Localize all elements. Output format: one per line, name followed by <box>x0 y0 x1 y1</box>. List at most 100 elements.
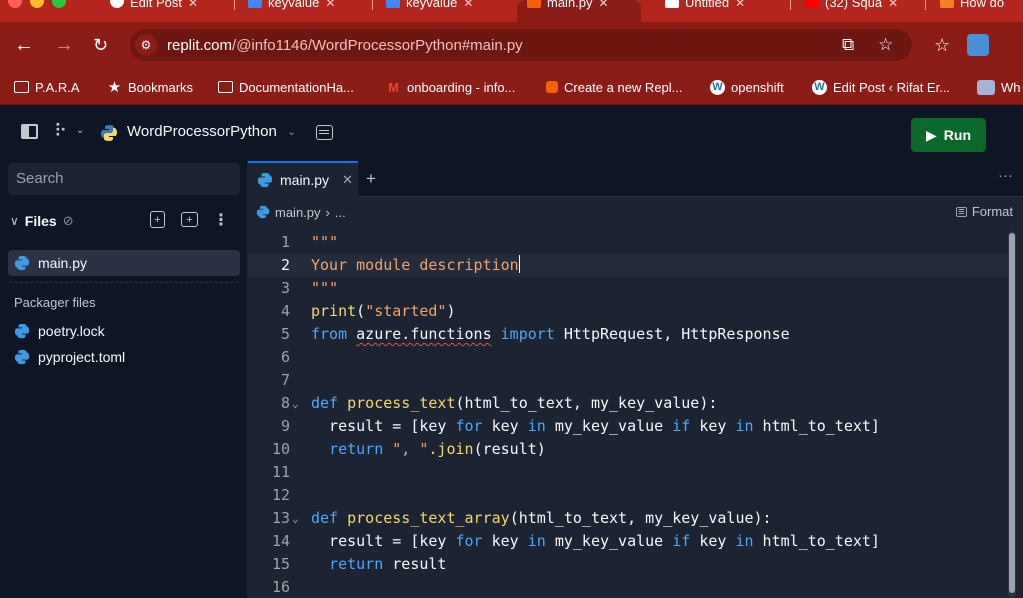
repl-info-icon[interactable] <box>316 125 333 140</box>
site-settings-icon[interactable]: ⚙ <box>135 34 157 56</box>
close-tab-icon[interactable]: ✕ <box>342 172 353 188</box>
python-icon <box>101 125 117 141</box>
repl-name[interactable]: WordProcessorPython <box>127 123 277 140</box>
more-options-icon[interactable]: ··· <box>998 167 1013 184</box>
browser-tab-active[interactable]: main.py ✕ <box>517 0 641 22</box>
chevron-down-icon: ∨ <box>10 214 19 228</box>
chevron-down-icon[interactable]: ⌄ <box>76 125 84 136</box>
new-folder-icon[interactable]: + <box>181 212 198 227</box>
replit-icon <box>546 81 558 93</box>
code-line: 1 """ <box>280 233 339 251</box>
editor-tab-main-py[interactable]: main.py ✕ <box>248 161 358 197</box>
close-tab-icon[interactable]: ✕ <box>599 0 609 9</box>
format-icon: ≡ <box>955 206 967 217</box>
code-line: 16 <box>271 578 290 596</box>
code-line: 10 return ", ".join(result) <box>271 440 546 458</box>
address-bar[interactable]: ⚙ replit.com/@info1146/WordProcessorPyth… <box>130 29 912 61</box>
bookmark-item[interactable]: Wh <box>977 77 1021 97</box>
code-line: 4 print("started") <box>280 302 456 320</box>
close-tab-icon[interactable]: ✕ <box>188 0 198 9</box>
python-icon <box>14 349 30 365</box>
wordpress-icon: W <box>710 79 725 95</box>
bookmark-star-icon[interactable]: ☆ <box>878 35 893 55</box>
reload-icon[interactable]: ↻ <box>93 32 108 58</box>
bookmark-item[interactable]: DocumentationHa... <box>218 77 354 97</box>
chevron-down-icon[interactable]: ⌄ <box>287 125 296 138</box>
keyvalue-icon <box>386 0 400 8</box>
tab-separator <box>372 0 373 10</box>
search-input[interactable]: Search <box>8 163 240 195</box>
bookmark-star-icon[interactable]: ☆ <box>934 32 950 58</box>
bookmark-item[interactable]: W openshift <box>710 77 784 97</box>
code-line: 15 return result <box>271 555 447 573</box>
tab-separator <box>790 0 791 10</box>
document-icon <box>665 0 679 8</box>
file-item[interactable]: poetry.lock <box>8 318 240 344</box>
python-icon <box>257 172 273 188</box>
browser-tab[interactable]: How do <box>930 0 1023 22</box>
replit-header: ⠗ ⌄ WordProcessorPython ⌄ ▶ Run <box>0 105 1023 161</box>
editor-scrollbar-thumb[interactable] <box>1009 233 1015 593</box>
close-tab-icon[interactable]: ✕ <box>325 0 335 9</box>
code-line: 13 ⌄ def process_text_array(html_to_text… <box>248 507 1008 530</box>
screen: Edit Post ✕ keyvalue ✕ keyvalue ✕ main.p… <box>0 0 1023 598</box>
url-text[interactable]: replit.com/@info1146/WordProcessorPython… <box>167 37 523 54</box>
star-icon: ★ <box>107 79 122 96</box>
sidebar-divider <box>10 282 238 283</box>
replit-icon <box>527 0 541 8</box>
browser-tab[interactable]: keyvalue ✕ <box>376 0 504 22</box>
extension-icon[interactable] <box>967 34 989 56</box>
new-file-icon[interactable]: + <box>150 211 165 228</box>
folder-icon <box>14 81 29 93</box>
new-tab-icon[interactable]: + <box>366 169 376 189</box>
fold-chevron-icon[interactable]: ⌄ <box>292 392 299 415</box>
tab-separator <box>925 0 926 10</box>
run-button[interactable]: ▶ Run <box>911 118 986 152</box>
minimize-window-button[interactable] <box>30 0 44 8</box>
code-line: 3 """ <box>280 279 339 297</box>
browser-toolbar: ← → ↻ ⚙ replit.com/@info1146/WordProcess… <box>0 22 1023 69</box>
bookmark-item[interactable]: ★ Bookmarks <box>107 77 193 97</box>
format-button[interactable]: ≡ Format <box>955 204 1013 219</box>
bookmark-item[interactable]: Create a new Repl... <box>546 77 683 97</box>
code-line: 8 ⌄ def process_text(html_to_text, my_ke… <box>248 392 1008 415</box>
bookmarks-bar: P.A.R.A ★ Bookmarks DocumentationHa... M… <box>0 69 1023 105</box>
breadcrumb: main.py › ... <box>248 198 1023 226</box>
youtube-icon <box>805 0 819 8</box>
sidebar-toggle-icon[interactable] <box>21 124 38 139</box>
wordpress-icon: W <box>812 79 827 95</box>
close-tab-icon[interactable]: ✕ <box>888 0 898 9</box>
browser-tab[interactable]: Edit Post ✕ <box>100 0 228 22</box>
code-area[interactable]: 1 """ 2 Your module description 3 """ 4 … <box>248 231 1008 598</box>
close-tab-icon[interactable]: ✕ <box>463 0 473 9</box>
file-sidebar: Search ∨ Files ⊘ + + ⋮ main.py Packager … <box>0 161 248 598</box>
chevron-right-icon: › <box>325 204 330 220</box>
stackoverflow-icon <box>940 0 954 8</box>
install-app-icon[interactable]: ⧉ <box>842 35 854 55</box>
bookmark-item[interactable]: P.A.R.A <box>14 77 80 97</box>
files-header[interactable]: ∨ Files ⊘ <box>10 211 74 231</box>
shield-icon <box>977 79 995 95</box>
bookmark-item[interactable]: W Edit Post ‹ Rifat Er... <box>812 77 950 97</box>
browser-tab[interactable]: keyvalue ✕ <box>238 0 366 22</box>
code-line: 9 result = [key for key in my_key_value … <box>280 417 880 435</box>
maximize-window-button[interactable] <box>52 0 66 8</box>
file-item[interactable]: pyproject.toml <box>8 344 240 370</box>
code-line: 5 from azure.functions import HttpReques… <box>280 325 790 343</box>
file-item[interactable]: main.py <box>8 250 240 276</box>
code-editor-pane: main.py ✕ + ··· main.py › ... ≡ Format 1… <box>248 161 1023 598</box>
editor-tab-bar: main.py ✕ + ··· <box>248 161 1023 197</box>
close-window-button[interactable] <box>8 0 22 8</box>
close-tab-icon[interactable]: ✕ <box>735 0 745 9</box>
bookmark-item[interactable]: M onboarding - info... <box>386 77 515 97</box>
code-line: 14 result = [key for key in my_key_value… <box>271 532 880 550</box>
keyvalue-icon <box>248 0 262 8</box>
python-icon <box>14 255 30 271</box>
forward-arrow-icon[interactable]: → <box>54 32 74 58</box>
browser-tab[interactable]: Untitled ✕ <box>655 0 785 22</box>
replit-logo-icon[interactable]: ⠗ <box>54 121 67 142</box>
more-options-icon[interactable]: ⋮ <box>212 211 230 229</box>
fold-chevron-icon[interactable]: ⌄ <box>292 507 299 530</box>
browser-tab[interactable]: (32) Squa ✕ <box>795 0 920 22</box>
back-arrow-icon[interactable]: ← <box>14 32 34 58</box>
